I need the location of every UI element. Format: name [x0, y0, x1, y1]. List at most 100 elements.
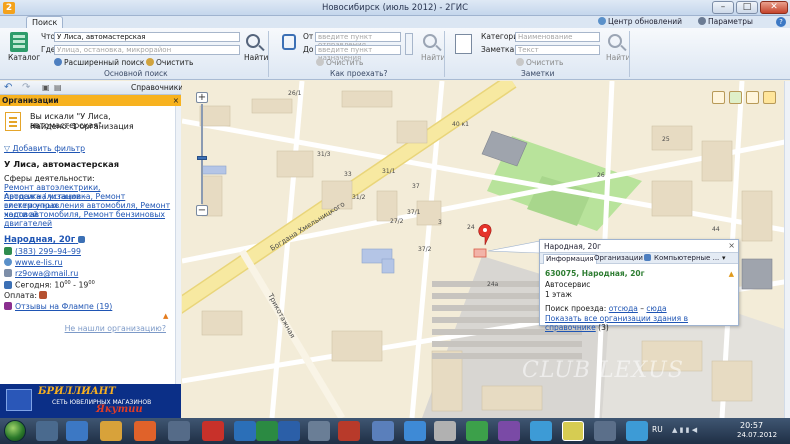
category-select[interactable]: Наименование — [515, 32, 600, 42]
excel-icon[interactable] — [256, 421, 278, 441]
house-number: 24 — [467, 224, 475, 231]
address-link[interactable]: Народная, 20г — [4, 235, 176, 245]
zoom-out-button[interactable]: − — [196, 205, 208, 216]
help-icon[interactable]: ? — [776, 17, 786, 27]
layers-icon[interactable] — [729, 91, 742, 104]
zoom-slider-thumb[interactable] — [197, 156, 207, 160]
target-building[interactable] — [473, 248, 487, 258]
route-find-button[interactable]: Найти — [421, 53, 445, 62]
explorer-icon[interactable] — [36, 421, 58, 441]
swap-route-button[interactable] — [405, 33, 413, 55]
find-button[interactable]: Найти — [244, 53, 268, 62]
route-from-here-link[interactable]: отсюда — [609, 304, 638, 313]
ad-banner[interactable]: БРИЛЛИАНТ СЕТЬ ЮВЕЛИРНЫХ МАГАЗИНОВ Якути… — [0, 384, 181, 418]
app-icon-4[interactable] — [404, 421, 426, 441]
zoom-track[interactable] — [201, 104, 203, 204]
popup-address: 630075, Народная, 20г — [545, 269, 645, 278]
route-search-icon[interactable] — [423, 34, 437, 48]
route-clear-button[interactable]: Очистить — [316, 58, 363, 67]
app-icon-5[interactable] — [434, 421, 456, 441]
app-icon-2[interactable] — [308, 421, 330, 441]
app-icon-6[interactable] — [498, 421, 520, 441]
reviews-link[interactable]: Отзывы на Флампе (19) — [15, 302, 112, 311]
pin-icon — [78, 236, 86, 243]
add-filter-link[interactable]: ▽ Добавить фильтр — [4, 144, 176, 153]
extended-search-icon — [54, 58, 62, 66]
panel-scrollbar[interactable] — [175, 106, 181, 384]
print-icon[interactable]: ▤ — [54, 82, 62, 93]
where-input[interactable]: Улица, остановка, микрорайон — [54, 45, 240, 55]
popup-close-icon[interactable]: × — [728, 241, 735, 250]
app-icon-7[interactable] — [594, 421, 616, 441]
close-button[interactable]: ✕ — [760, 1, 788, 14]
payment-row: Оплата: — [4, 291, 176, 300]
zoom-in-button[interactable]: + — [196, 92, 208, 103]
phone-icon — [4, 247, 12, 255]
popup-floors: 1 этаж — [545, 290, 572, 299]
not-found-link[interactable]: Не нашли организацию? — [4, 324, 176, 333]
house-number: 37 — [412, 183, 420, 190]
email-link[interactable]: rz9owa@mail.ru — [15, 269, 78, 278]
to-input[interactable]: введите пункт назначения — [315, 45, 401, 62]
update-center-link[interactable]: Центр обновлений — [598, 17, 682, 26]
clear-search-button[interactable]: Очистить — [146, 58, 193, 67]
warning-icon: ▲ — [728, 270, 734, 278]
word-icon[interactable] — [234, 421, 256, 441]
notes-clear-button[interactable]: Очистить — [516, 58, 563, 67]
found-count: Найдено: 1 организация — [30, 122, 134, 131]
from-input[interactable]: введите пункт отправления — [315, 32, 401, 49]
back-icon[interactable]: ↶ — [4, 82, 12, 93]
start-button[interactable] — [4, 420, 26, 442]
website-link[interactable]: www.e-lis.ru — [15, 258, 63, 267]
phone-link[interactable]: (383) 299–94–99 — [15, 247, 81, 256]
catalog-icon[interactable] — [10, 32, 28, 52]
save-icon[interactable]: ▣ — [42, 82, 50, 93]
app-icon-3[interactable] — [372, 421, 394, 441]
popup-tab-organizations[interactable]: Организации — [592, 254, 645, 264]
fullscreen-icon[interactable] — [763, 91, 776, 104]
ie-icon[interactable] — [66, 421, 88, 441]
zoom-control[interactable]: + − — [196, 92, 208, 216]
activity-line[interactable]: части автомобиля, Ремонт бензиновых — [4, 210, 176, 219]
extended-search-button[interactable]: Расширенный поиск — [54, 58, 144, 67]
chrome-icon[interactable] — [100, 421, 122, 441]
note-input[interactable]: Текст — [515, 45, 600, 55]
parameters-link[interactable]: Параметры — [698, 17, 753, 26]
show-all-orgs-link[interactable]: Показать все организации здания в справо… — [545, 314, 688, 332]
minimize-button[interactable]: – — [712, 1, 734, 14]
tabs-dropdown-icon[interactable]: ▾ — [722, 254, 726, 262]
utorrent-icon[interactable] — [466, 421, 488, 441]
app-icon-8[interactable] — [626, 421, 648, 441]
house-number: 27/2 — [390, 218, 404, 225]
clear-route-icon — [316, 58, 324, 66]
map-scrollbar[interactable] — [784, 81, 790, 418]
word-2-icon[interactable] — [278, 421, 300, 441]
clock-date[interactable]: 24.07.2012 — [737, 431, 777, 439]
ruler-icon[interactable] — [712, 91, 725, 104]
notes-find-button[interactable]: Найти — [606, 53, 630, 62]
note-label: Заметка — [481, 45, 515, 54]
popup-tab-computer[interactable]: Компьютерные ... — [642, 254, 721, 264]
folder-icon[interactable] — [168, 421, 190, 441]
notes-search-icon[interactable] — [608, 34, 622, 48]
opera-icon[interactable] — [202, 421, 224, 441]
clock-time[interactable]: 20:57 — [740, 421, 763, 430]
close-icon[interactable]: × — [173, 95, 179, 106]
maximize-button[interactable]: □ — [736, 1, 758, 14]
catalog-button-label[interactable]: Каталог — [8, 53, 40, 62]
house-number: 44 — [712, 226, 720, 233]
activity-line[interactable]: двигателей — [4, 219, 176, 228]
popup-tab-info[interactable]: Информация — [543, 254, 597, 264]
route-to-here-link[interactable]: сюда — [646, 304, 666, 313]
2gis-icon[interactable] — [562, 421, 584, 441]
what-input[interactable]: У Лиса, автомастерская — [54, 32, 240, 42]
tray-icons[interactable]: ▲ ▮ ▮ ◀ — [672, 426, 722, 436]
skype-icon[interactable] — [530, 421, 552, 441]
firefox-icon[interactable] — [134, 421, 156, 441]
house-number: 37/1 — [407, 209, 421, 216]
search-icon[interactable] — [246, 34, 260, 48]
language-indicator[interactable]: RU — [652, 425, 663, 434]
media-icon[interactable] — [338, 421, 360, 441]
forward-icon[interactable]: ↷ — [22, 82, 30, 93]
compass-icon[interactable] — [746, 91, 759, 104]
